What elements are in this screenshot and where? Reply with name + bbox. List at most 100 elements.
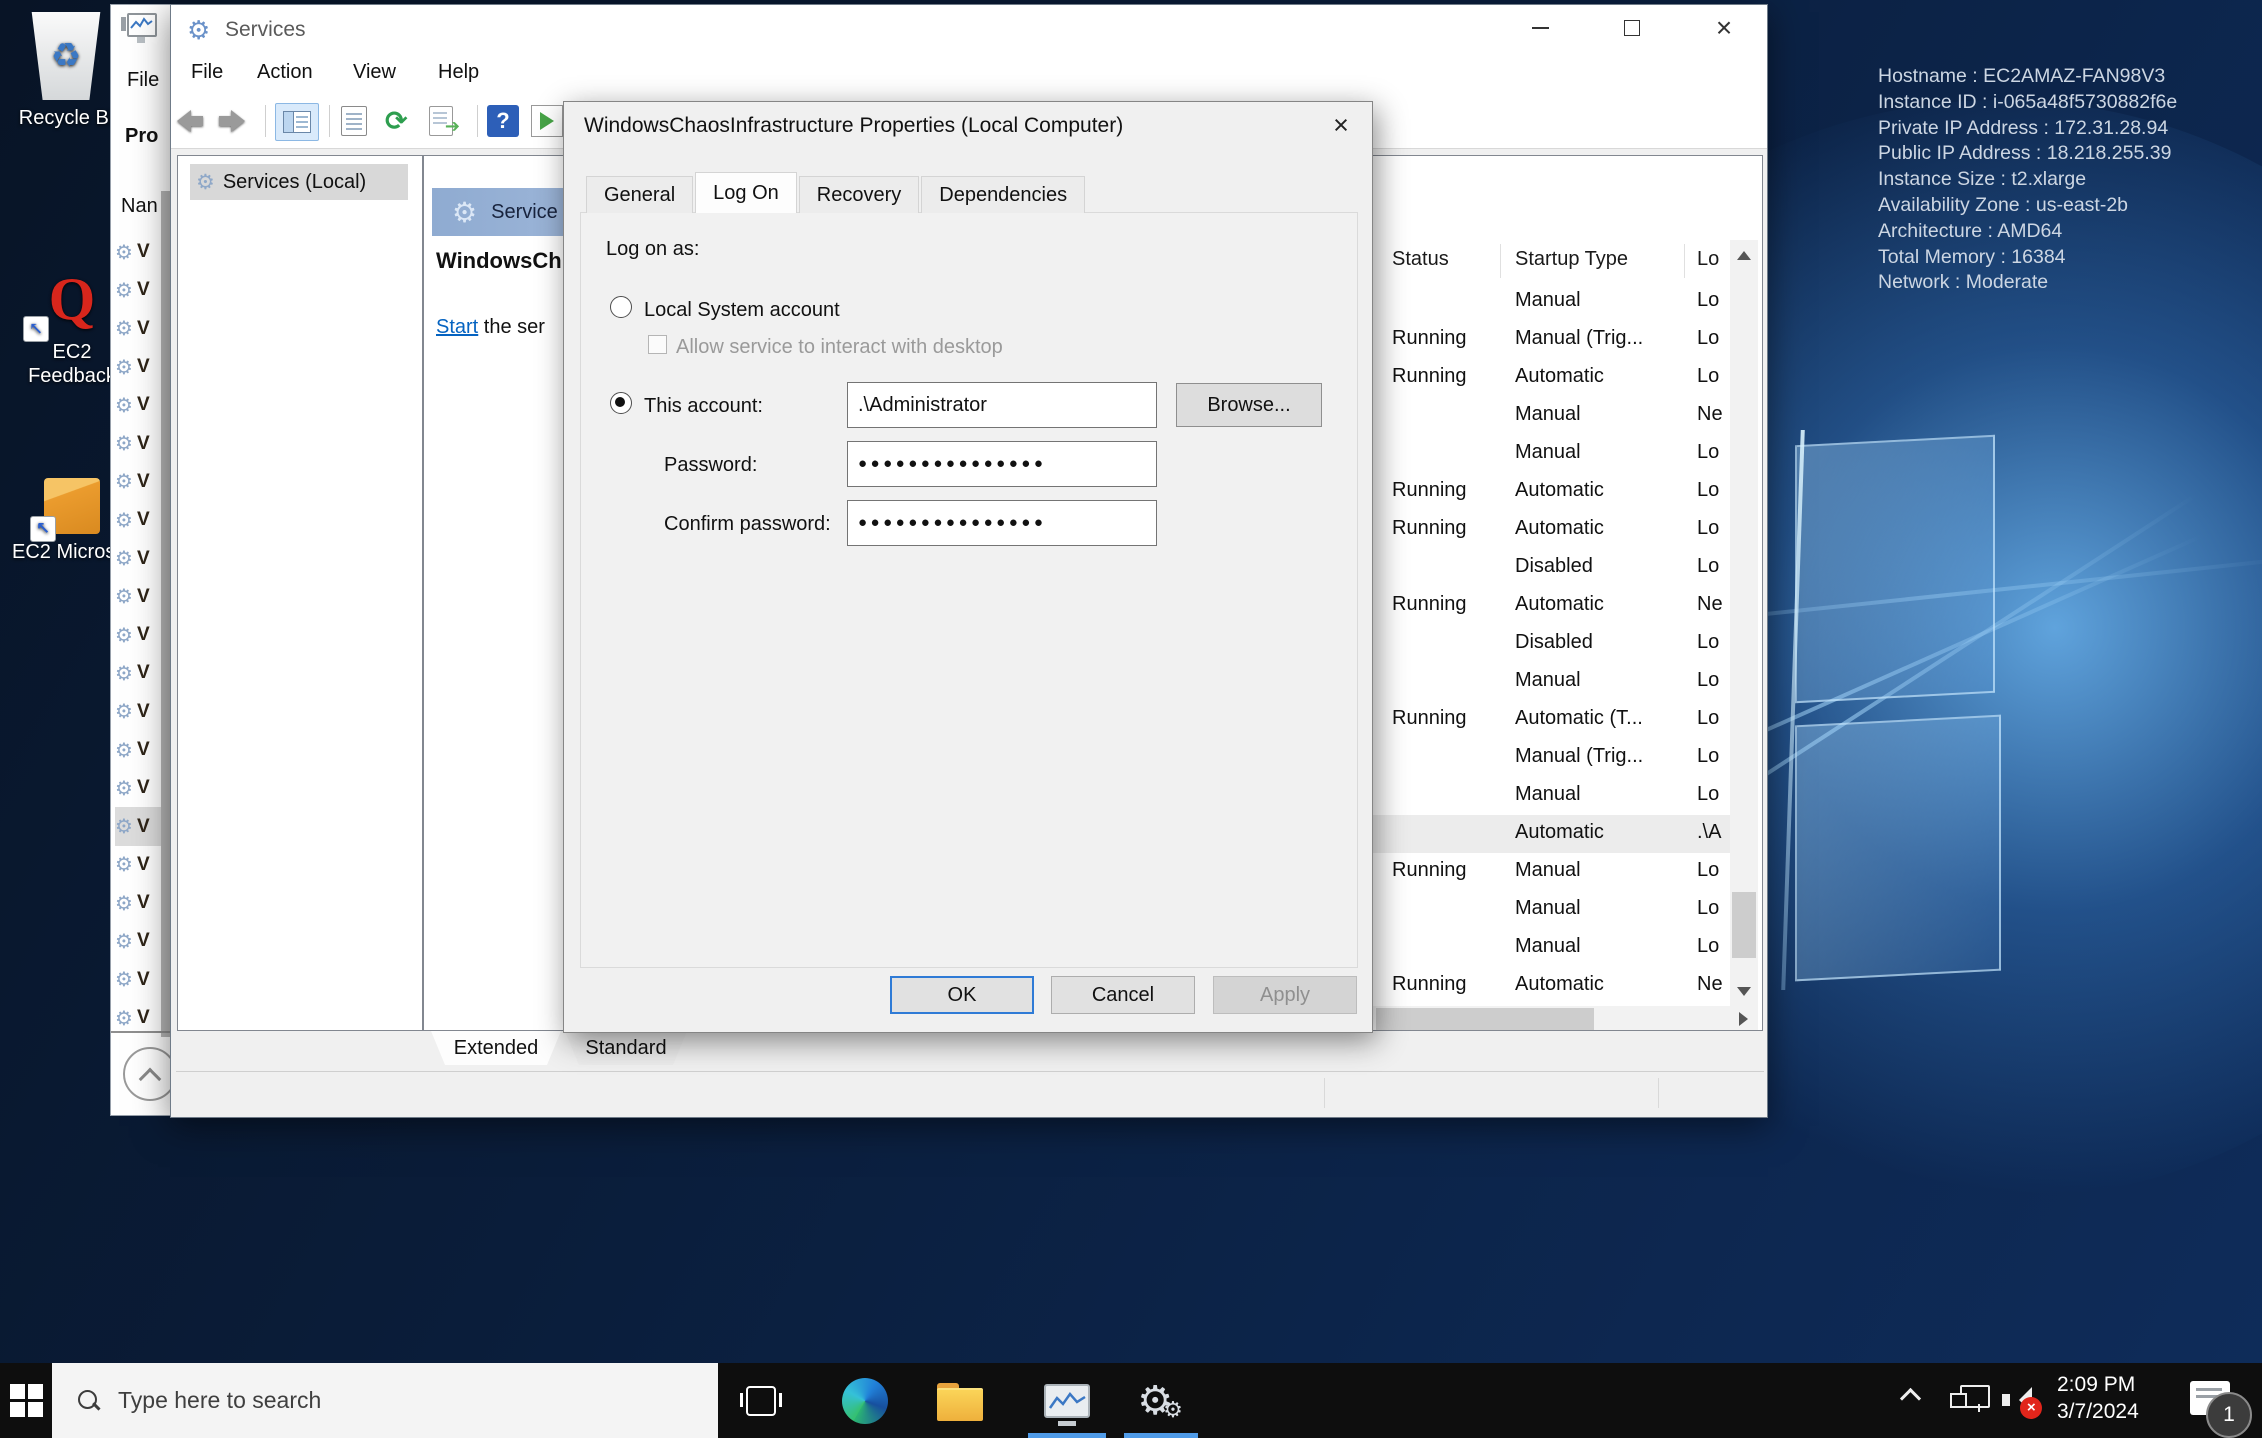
this-account-label[interactable]: This account:	[644, 395, 763, 418]
task-view-icon	[746, 1386, 776, 1416]
scrollbar-thumb[interactable]	[1376, 1008, 1594, 1030]
list-item[interactable]: ⚙V	[115, 233, 161, 271]
menu-file[interactable]: File	[127, 69, 159, 92]
taskbar-clock[interactable]: 2:09 PM 3/7/2024	[2057, 1371, 2139, 1425]
confirm-password-input[interactable]: ●●●●●●●●●●●●●●●	[847, 500, 1157, 546]
vertical-scrollbar[interactable]	[1730, 240, 1758, 1006]
properties-button[interactable]	[341, 103, 367, 139]
local-system-radio[interactable]	[610, 296, 632, 318]
cell-log-on-as: Ne	[1697, 593, 1729, 616]
scroll-down-button[interactable]	[1730, 976, 1758, 1006]
list-item[interactable]: ⚙V	[115, 386, 161, 424]
cell-log-on-as: Lo	[1697, 441, 1729, 464]
cell-startup-type: Manual	[1515, 441, 1690, 464]
column-header-log-on-as[interactable]: Lo	[1697, 248, 1719, 271]
view-tab-standard[interactable]: Standard	[565, 1031, 687, 1065]
show-console-tree-button[interactable]	[275, 103, 319, 141]
this-account-radio[interactable]	[610, 392, 632, 414]
column-header-startup-type[interactable]: Startup Type	[1515, 248, 1628, 271]
minimize-button[interactable]	[1507, 5, 1573, 51]
view-tab-extended[interactable]: Extended	[431, 1031, 561, 1065]
scroll-up-button[interactable]	[1730, 240, 1758, 270]
list-item[interactable]: ⚙V	[115, 807, 161, 845]
list-item[interactable]: ⚙V	[115, 578, 161, 616]
allow-interact-checkbox[interactable]	[648, 335, 667, 354]
tree-item-services-local[interactable]: ⚙ Services (Local)	[190, 164, 408, 200]
cell-log-on-as: Lo	[1697, 365, 1729, 388]
start-service-link[interactable]: Start	[436, 316, 478, 338]
gear-icon: ⚙	[1163, 1397, 1183, 1423]
list-item[interactable]: ⚙V	[115, 846, 161, 884]
cell-log-on-as: Lo	[1697, 897, 1729, 920]
list-item[interactable]: ⚙V	[115, 654, 161, 692]
cell-startup-type: Automatic	[1515, 821, 1690, 844]
forward-button[interactable]	[219, 103, 245, 139]
scrollbar-thumb[interactable]	[1732, 892, 1756, 958]
perfmon-taskbar-button[interactable]	[1025, 1363, 1109, 1438]
password-input[interactable]: ●●●●●●●●●●●●●●●	[847, 441, 1157, 487]
list-item[interactable]: ⚙V	[115, 616, 161, 654]
collapse-chevron-button[interactable]	[123, 1047, 177, 1101]
dialog-close-button[interactable]: ×	[1320, 108, 1362, 142]
dialog-title: WindowsChaosInfrastructure Properties (L…	[584, 114, 1123, 138]
file-explorer-button[interactable]	[925, 1363, 995, 1438]
list-item[interactable]: ⚙V	[115, 884, 161, 922]
list-item[interactable]: ⚙V	[115, 769, 161, 807]
system-info-line: Network : Moderate	[1878, 270, 2177, 296]
column-separator[interactable]	[1684, 244, 1685, 278]
scroll-right-button[interactable]	[1728, 1006, 1758, 1031]
cell-startup-type: Manual	[1515, 897, 1690, 920]
cell-log-on-as: Lo	[1697, 289, 1729, 312]
ok-button[interactable]: OK	[890, 976, 1034, 1014]
clock-time: 2:09 PM	[2057, 1371, 2139, 1398]
list-item[interactable]: ⚙V	[115, 348, 161, 386]
column-header-status[interactable]: Status	[1392, 248, 1449, 271]
menu-item-help[interactable]: Help	[438, 61, 479, 84]
apply-button[interactable]: Apply	[1213, 976, 1357, 1014]
account-input[interactable]: .\Administrator	[847, 382, 1157, 428]
system-info-block: Hostname : EC2AMAZ-FAN98V3Instance ID : …	[1878, 64, 2177, 296]
task-view-button[interactable]	[730, 1363, 792, 1438]
cancel-button[interactable]: Cancel	[1051, 976, 1195, 1014]
menu-item-view[interactable]: View	[353, 61, 396, 84]
divider	[111, 1031, 177, 1033]
help-button[interactable]: ?	[487, 103, 519, 139]
browse-button[interactable]: Browse...	[1176, 383, 1322, 427]
start-service-button[interactable]	[531, 103, 563, 139]
list-item[interactable]: ⚙V	[115, 539, 161, 577]
list-item[interactable]: ⚙V	[115, 463, 161, 501]
tray-chevron-up-icon[interactable]	[1900, 1388, 1921, 1409]
cell-log-on-as: Lo	[1697, 783, 1729, 806]
list-item[interactable]: ⚙V	[115, 424, 161, 462]
list-item[interactable]: ⚙V	[115, 922, 161, 960]
list-item[interactable]: ⚙V	[115, 310, 161, 348]
cell-status: Running	[1392, 593, 1467, 616]
list-item[interactable]: ⚙V	[115, 501, 161, 539]
list-item[interactable]: ⚙V	[115, 693, 161, 731]
edge-browser-button[interactable]	[830, 1363, 900, 1438]
list-item[interactable]: ⚙V	[115, 271, 161, 309]
tab-dependencies[interactable]: Dependencies	[921, 176, 1085, 213]
close-button[interactable]: ×	[1691, 5, 1757, 51]
cell-log-on-as: Lo	[1697, 479, 1729, 502]
taskbar-search[interactable]: Type here to search	[52, 1363, 718, 1438]
system-info-line: Hostname : EC2AMAZ-FAN98V3	[1878, 64, 2177, 90]
list-item[interactable]: ⚙V	[115, 731, 161, 769]
refresh-button[interactable]: ⟳	[385, 103, 408, 139]
start-button[interactable]	[0, 1363, 52, 1438]
export-list-button[interactable]	[429, 103, 453, 139]
network-icon[interactable]	[1950, 1385, 1990, 1415]
volume-muted-icon[interactable]: ×	[2002, 1385, 2042, 1417]
list-item[interactable]: ⚙V	[115, 961, 161, 999]
local-system-label[interactable]: Local System account	[644, 299, 840, 322]
menu-item-action[interactable]: Action	[257, 61, 313, 84]
tab-general[interactable]: General	[586, 176, 693, 213]
tab-recovery[interactable]: Recovery	[799, 176, 919, 213]
tab-log-on[interactable]: Log On	[695, 172, 797, 213]
menu-item-file[interactable]: File	[191, 61, 223, 84]
services-taskbar-button[interactable]: ⚙ ⚙	[1120, 1363, 1200, 1438]
back-button[interactable]	[177, 103, 203, 139]
column-separator[interactable]	[1500, 244, 1501, 278]
maximize-button[interactable]	[1599, 5, 1665, 51]
column-header-name[interactable]: Nan	[121, 195, 158, 218]
